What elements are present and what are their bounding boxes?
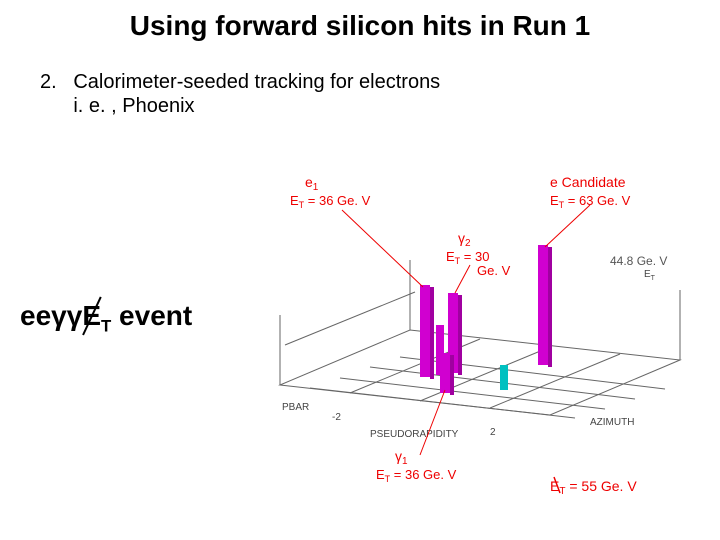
pseudorapidity-label: PSEUDORAPIDITY <box>370 429 459 440</box>
bullet-block: 2. Calorimeter-seeded tracking for elect… <box>40 70 440 118</box>
ann-e1-et: ET = 36 Ge. V <box>290 193 371 210</box>
ann-g1-et: ET = 36 Ge. V <box>376 467 457 484</box>
ann-ecand-et: ET = 63 Ge. V <box>550 193 631 210</box>
event-suffix: event <box>111 300 192 331</box>
event-label: eeγγET event <box>20 300 192 337</box>
bullet-line2: i. e. , Phoenix <box>73 95 194 117</box>
slide-root: Using forward silicon hits in Run 1 2. C… <box>0 0 720 540</box>
tick-neg2: -2 <box>332 412 341 423</box>
ann-g2-sym: γ2 <box>458 230 471 249</box>
tick-pos2: 2 <box>490 427 496 438</box>
yaxis-label: ET <box>644 269 656 282</box>
event-ee: ee <box>20 300 51 331</box>
lego-chart: ET PBAR PSEUDORAPIDITY AZIMUTH -2 2 <box>250 165 700 495</box>
ann-ecand-lbl: e Candidate <box>550 174 626 190</box>
ann-missing-et: ET = 55 Ge. V <box>550 477 637 495</box>
svg-text:ET = 55 Ge. V: ET = 55 Ge. V <box>550 478 637 495</box>
ann-g2-unit: Ge. V <box>477 263 511 278</box>
bullet-number: 2. <box>40 71 57 93</box>
grid <box>280 260 680 418</box>
tower-ecand <box>538 245 552 367</box>
event-missing-et-E: E <box>82 300 101 332</box>
event-missing-et-T: T <box>101 317 111 336</box>
event-gammagamma: γγ <box>51 300 82 331</box>
azimuth-label: AZIMUTH <box>590 417 634 428</box>
ann-e1-sym: e1 <box>305 174 319 193</box>
tower-g1 <box>440 353 454 395</box>
ann-met-top: 44.8 Ge. V <box>610 254 667 268</box>
bullet-line1: Calorimeter-seeded tracking for electron… <box>73 71 440 93</box>
slide-title: Using forward silicon hits in Run 1 <box>0 10 720 42</box>
pbar-label: PBAR <box>282 402 309 413</box>
ann-g1-sym: γ1 <box>395 448 408 467</box>
tower-aux <box>500 365 508 390</box>
tower-e1 <box>420 285 434 379</box>
